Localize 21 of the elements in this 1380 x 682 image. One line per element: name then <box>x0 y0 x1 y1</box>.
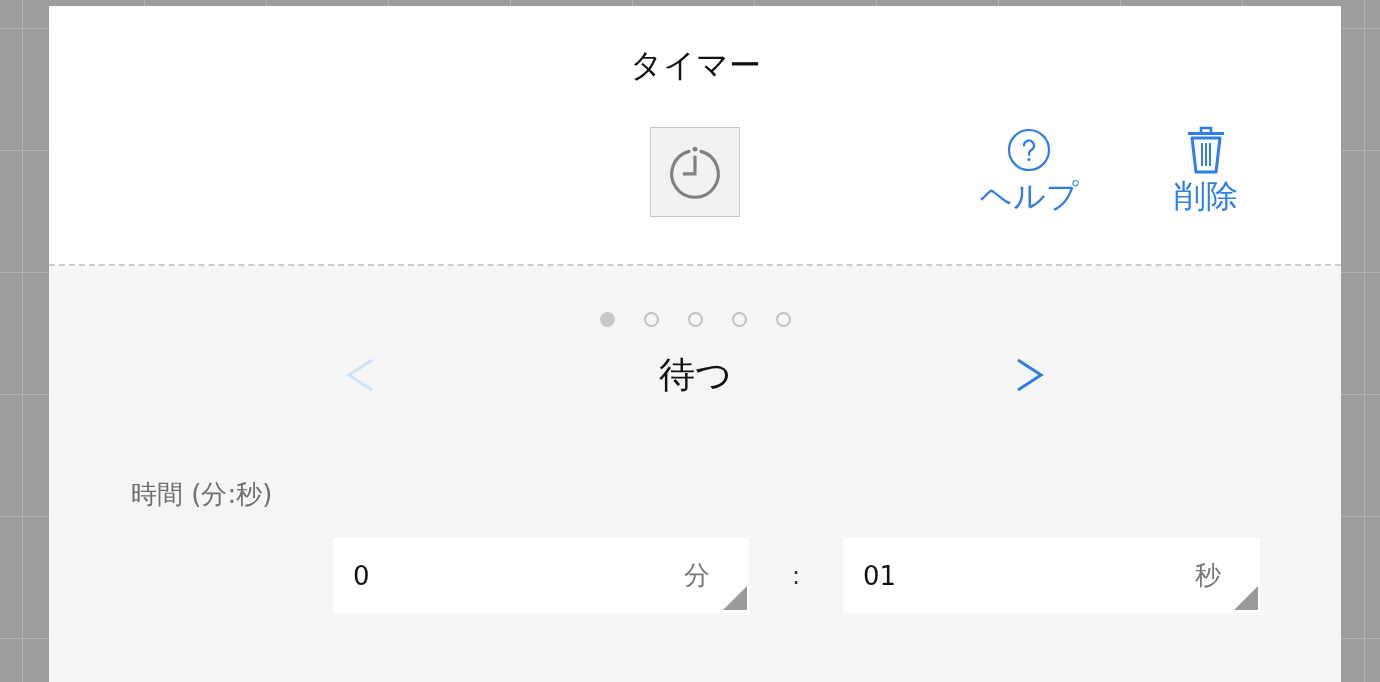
field-value: 0 <box>353 560 370 591</box>
field-value: 01 <box>863 560 897 591</box>
chevron-left-icon <box>345 357 375 393</box>
duration-label: 時間 (分:秒) <box>131 479 273 509</box>
next-button[interactable] <box>1015 357 1045 393</box>
resize-grip-icon <box>723 586 747 610</box>
resize-grip-icon <box>1234 586 1258 610</box>
delete-button[interactable]: 削除 <box>1146 126 1266 214</box>
step-title: 待つ <box>658 353 732 397</box>
dialog-title: タイマー <box>629 45 761 85</box>
help-button[interactable]: ヘルプ <box>969 126 1089 214</box>
unit-label: 分 <box>684 559 710 592</box>
help-icon <box>1007 128 1051 172</box>
unit-label: 秒 <box>1195 559 1221 592</box>
time-field[interactable]: 01 秒 <box>843 538 1260 613</box>
chevron-right-icon <box>1015 357 1045 393</box>
trash-icon <box>1186 126 1226 174</box>
time-field[interactable]: 0 分 <box>333 538 749 613</box>
timer-button[interactable] <box>650 127 740 217</box>
clock-icon <box>667 144 723 200</box>
time-separator: : <box>791 561 801 590</box>
